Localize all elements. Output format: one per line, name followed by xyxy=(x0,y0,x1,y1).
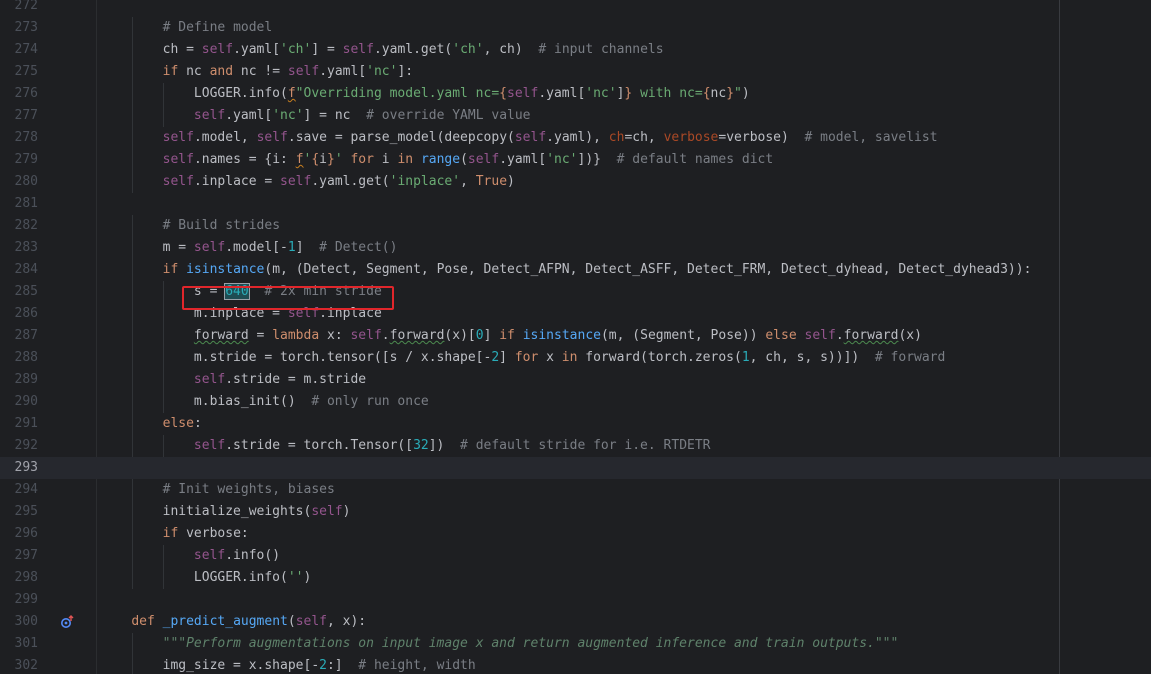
code-text: # Build strides xyxy=(162,218,281,233)
code-text: if verbose: xyxy=(162,526,249,541)
code-text: """Perform augmentations on input image … xyxy=(162,636,899,651)
line-number: 284 xyxy=(14,262,38,277)
line-number: 278 xyxy=(14,130,38,145)
line-number: 275 xyxy=(14,64,38,79)
code-text: else: xyxy=(162,416,202,431)
code-line-298[interactable]: 298 LOGGER.info('') xyxy=(0,567,1151,589)
code-text: self.names = {i: f'{i}' for i in range(s… xyxy=(162,152,774,167)
line-number: 280 xyxy=(14,174,38,189)
line-number: 295 xyxy=(14,504,38,519)
line-number: 302 xyxy=(14,658,38,673)
code-line-278[interactable]: 278 self.model, self.save = parse_model(… xyxy=(0,127,1151,149)
code-editor[interactable]: 272 273 # Define model 274 ch = self.yaml[… xyxy=(0,0,1151,674)
code-line-282[interactable]: 282 # Build strides xyxy=(0,215,1151,237)
line-number: 292 xyxy=(14,438,38,453)
code-line-301[interactable]: 301 """Perform augmentations on input im… xyxy=(0,633,1151,655)
code-text: self.stride = torch.Tensor([32]) # defau… xyxy=(193,438,711,453)
code-text: # Init weights, biases xyxy=(162,482,335,497)
code-text: ch = self.yaml['ch'] = self.yaml.get('ch… xyxy=(100,42,664,57)
code-line-284[interactable]: 284 if isinstance(m, (Detect, Segment, P… xyxy=(0,259,1151,281)
code-line-297[interactable]: 297 self.info() xyxy=(0,545,1151,567)
line-number: 291 xyxy=(14,416,38,431)
code-text: forward = lambda x: self.forward(x)[0] i… xyxy=(193,328,922,343)
code-text: if isinstance(m, (Detect, Segment, Pose,… xyxy=(162,262,1032,277)
code-text: self.info() xyxy=(193,548,281,563)
code-line-288[interactable]: 288 m.stride = torch.tensor([s / x.shape… xyxy=(0,347,1151,369)
code-text: def _predict_augment(self, x): xyxy=(131,614,367,629)
line-number: 277 xyxy=(14,108,38,123)
code-line-295[interactable]: 295 initialize_weights(self) xyxy=(0,501,1151,523)
code-text: self.inplace = self.yaml.get('inplace', … xyxy=(162,174,515,189)
code-text: m.bias_init() # only run once xyxy=(100,394,429,409)
code-text: self.yaml['nc'] = nc # override YAML val… xyxy=(193,108,531,123)
code-line-294[interactable]: 294 # Init weights, biases xyxy=(0,479,1151,501)
code-line-296[interactable]: 296 if verbose: xyxy=(0,523,1151,545)
line-number: 298 xyxy=(14,570,38,585)
code-line-293[interactable]: 293 xyxy=(0,457,1151,479)
line-number: 294 xyxy=(14,482,38,497)
code-line-302[interactable]: 302 img_size = x.shape[-2:] # height, wi… xyxy=(0,655,1151,674)
code-text: self.stride = m.stride xyxy=(193,372,367,387)
code-line-299[interactable]: 299 xyxy=(0,589,1151,611)
code-text: if nc and nc != self.yaml['nc']: xyxy=(162,64,414,79)
code-line-273[interactable]: 273 # Define model xyxy=(0,17,1151,39)
line-number: 286 xyxy=(14,306,38,321)
line-number: 299 xyxy=(14,592,38,607)
line-number: 276 xyxy=(14,86,38,101)
code-line-287[interactable]: 287 forward = lambda x: self.forward(x)[… xyxy=(0,325,1151,347)
override-method-icon[interactable] xyxy=(60,614,76,630)
code-line-272[interactable]: 272 xyxy=(0,0,1151,17)
line-number: 301 xyxy=(14,636,38,651)
code-line-286[interactable]: 286 m.inplace = self.inplace xyxy=(0,303,1151,325)
line-number: 287 xyxy=(14,328,38,343)
line-number: 289 xyxy=(14,372,38,387)
code-line-291[interactable]: 291 else: xyxy=(0,413,1151,435)
line-number: 272 xyxy=(14,0,38,13)
code-text: # Define model xyxy=(162,20,273,35)
line-number: 296 xyxy=(14,526,38,541)
code-line-283[interactable]: 283 m = self.model[-1] # Detect() xyxy=(0,237,1151,259)
code-line-277[interactable]: 277 self.yaml['nc'] = nc # override YAML… xyxy=(0,105,1151,127)
code-text: m.stride = torch.tensor([s / x.shape[-2]… xyxy=(100,350,946,365)
code-line-274[interactable]: 274 ch = self.yaml['ch'] = self.yaml.get… xyxy=(0,39,1151,61)
line-number: 281 xyxy=(14,196,38,211)
line-number: 282 xyxy=(14,218,38,233)
line-number: 297 xyxy=(14,548,38,563)
code-line-285[interactable]: 285 s = 640 # 2x min stride xyxy=(0,281,1151,303)
code-line-275[interactable]: 275 if nc and nc != self.yaml['nc']: xyxy=(0,61,1151,83)
code-text: initialize_weights(self) xyxy=(100,504,351,519)
code-line-300[interactable]: 300 def _predict_augment(self, x): xyxy=(0,611,1151,633)
line-number: 285 xyxy=(14,284,38,299)
code-line-289[interactable]: 289 self.stride = m.stride xyxy=(0,369,1151,391)
line-number: 293 xyxy=(14,460,38,475)
code-line-290[interactable]: 290 m.bias_init() # only run once xyxy=(0,391,1151,413)
code-text: LOGGER.info('') xyxy=(100,570,312,585)
code-text: img_size = x.shape[-2:] # height, width xyxy=(100,658,476,673)
code-text: self.model, self.save = parse_model(deep… xyxy=(162,130,938,145)
code-line-276[interactable]: 276 LOGGER.info(f"Overriding model.yaml … xyxy=(0,83,1151,105)
code-line-281[interactable]: 281 xyxy=(0,193,1151,215)
code-line-280[interactable]: 280 self.inplace = self.yaml.get('inplac… xyxy=(0,171,1151,193)
line-number: 274 xyxy=(14,42,38,57)
line-number: 300 xyxy=(14,614,38,629)
line-number: 283 xyxy=(14,240,38,255)
line-number: 290 xyxy=(14,394,38,409)
code-text: LOGGER.info(f"Overriding model.yaml nc={… xyxy=(100,86,750,101)
code-line-292[interactable]: 292 self.stride = torch.Tensor([32]) # d… xyxy=(0,435,1151,457)
line-number: 273 xyxy=(14,20,38,35)
line-number: 279 xyxy=(14,152,38,167)
highlight-box xyxy=(182,286,394,310)
code-line-279[interactable]: 279 self.names = {i: f'{i}' for i in ran… xyxy=(0,149,1151,171)
line-number: 288 xyxy=(14,350,38,365)
code-text: m = self.model[-1] # Detect() xyxy=(100,240,398,255)
